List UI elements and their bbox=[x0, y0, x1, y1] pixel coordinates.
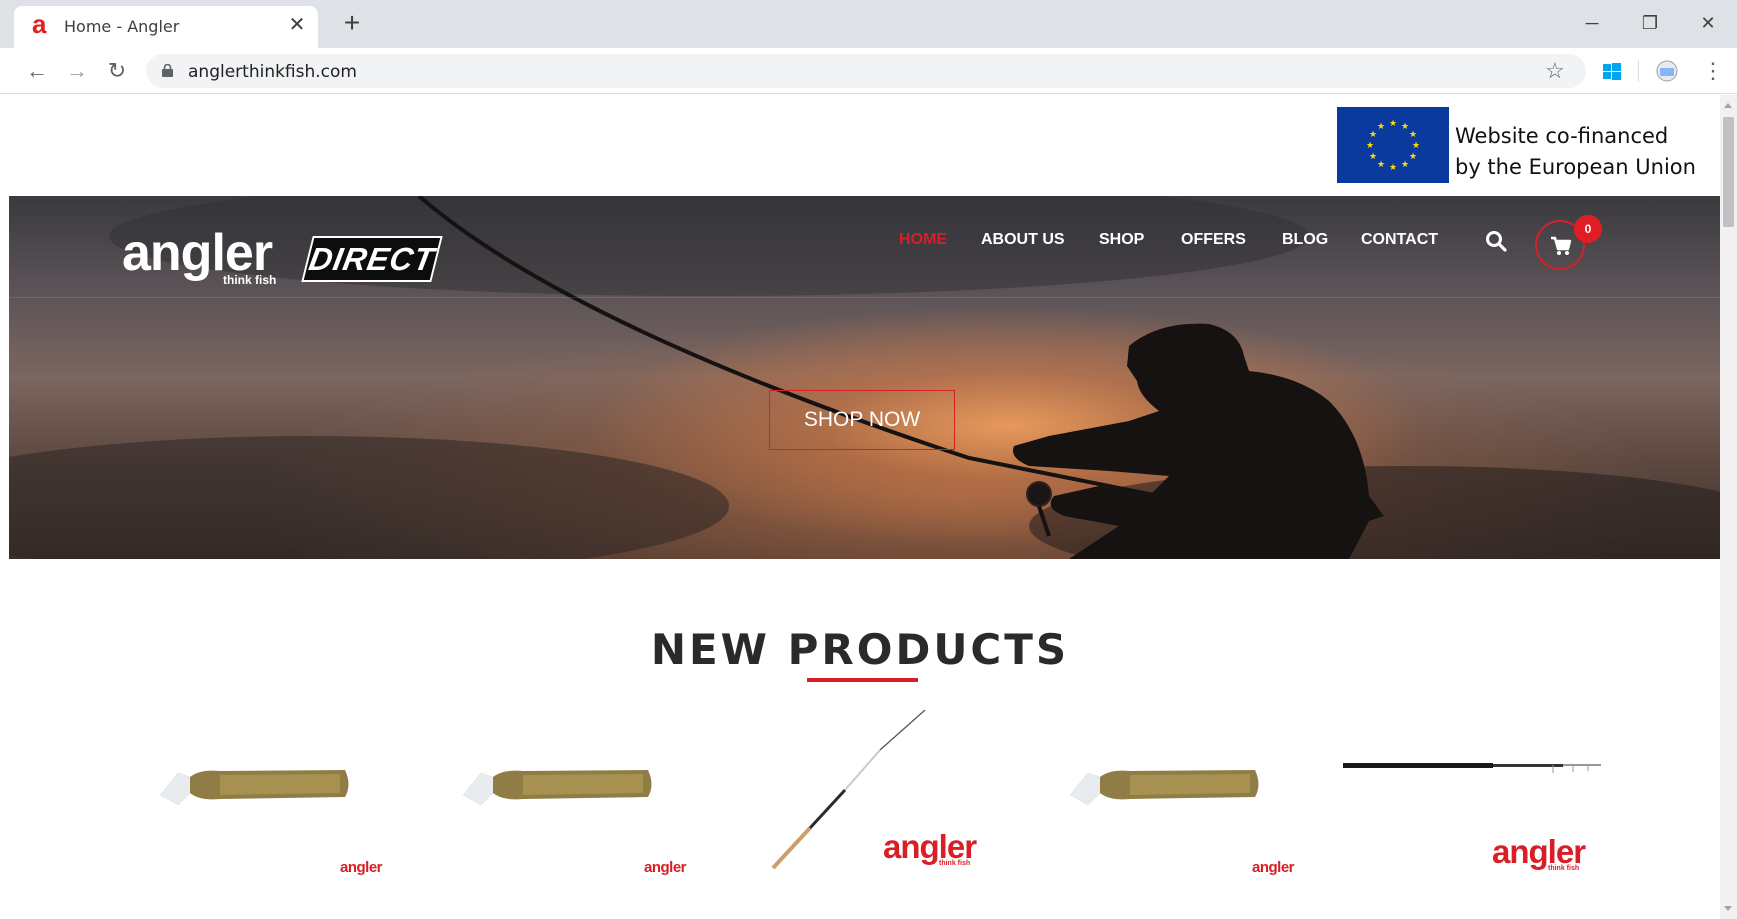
svg-text:★: ★ bbox=[1369, 152, 1377, 162]
nav-home[interactable]: HOME bbox=[899, 231, 947, 251]
soft-lure-image bbox=[1070, 770, 1259, 805]
telescopic-rod-image bbox=[1343, 763, 1601, 773]
tab-title: Home - Angler bbox=[64, 17, 180, 36]
angler-direct-logo[interactable]: angler think fish DIRECT bbox=[122, 227, 452, 289]
logo-tagline: think fish bbox=[223, 273, 277, 287]
svg-text:★: ★ bbox=[1401, 122, 1409, 132]
page-scrollbar[interactable] bbox=[1720, 95, 1737, 919]
tab-close-icon[interactable]: ✕ bbox=[286, 14, 308, 36]
hero-banner: angler think fish DIRECT HOME ABOUT US S… bbox=[9, 196, 1720, 559]
cart-icon bbox=[1551, 236, 1572, 255]
svg-text:★: ★ bbox=[1409, 130, 1417, 140]
page-viewport: ★ ★ ★ ★ ★ ★ ★ ★ ★ ★ ★ ★ Website co-financed by t… bbox=[0, 95, 1720, 919]
svg-text:★: ★ bbox=[1409, 152, 1417, 162]
tab-strip: a Home - Angler ✕ + ─ ❐ ✕ bbox=[0, 0, 1737, 48]
nav-offers[interactable]: OFFERS bbox=[1181, 231, 1246, 251]
eu-banner-text: Website co-financed by the European Unio… bbox=[1455, 121, 1696, 183]
product-brand: angler think fish bbox=[883, 828, 977, 867]
svg-text:★: ★ bbox=[1389, 119, 1397, 129]
scroll-up-arrow-icon[interactable] bbox=[1724, 103, 1732, 108]
shop-now-button[interactable]: SHOP NOW bbox=[769, 390, 955, 450]
menu-icon[interactable]: ⋮ bbox=[1702, 56, 1724, 86]
reload-icon[interactable]: ↻ bbox=[102, 56, 132, 86]
eu-flag-icon: ★ ★★ ★★★ ★★★ ★★★ bbox=[1337, 107, 1449, 183]
cart-count-badge: 0 bbox=[1574, 215, 1602, 243]
url-text[interactable]: anglerthinkfish.com bbox=[188, 62, 357, 82]
scroll-thumb[interactable] bbox=[1723, 117, 1734, 227]
close-window-button[interactable]: ✕ bbox=[1688, 8, 1728, 38]
restore-button[interactable]: ❐ bbox=[1630, 8, 1670, 38]
svg-text:★: ★ bbox=[1377, 122, 1385, 132]
profile-icon[interactable] bbox=[1654, 60, 1680, 82]
nav-about-us[interactable]: ABOUT US bbox=[981, 231, 1065, 251]
minimize-button[interactable]: ─ bbox=[1572, 8, 1612, 38]
address-bar[interactable]: anglerthinkfish.com bbox=[146, 54, 1586, 88]
scroll-down-arrow-icon[interactable] bbox=[1724, 906, 1732, 911]
forward-icon[interactable]: → bbox=[62, 56, 92, 86]
back-icon[interactable]: ← bbox=[22, 56, 52, 86]
product-card[interactable]: angler think fish bbox=[1343, 757, 1603, 877]
eu-cofinanced-banner: ★ ★ ★ ★ ★ ★ ★ ★ ★ ★ ★ ★ Website co-financed by t… bbox=[1337, 107, 1712, 183]
nav-contact[interactable]: CONTACT bbox=[1361, 231, 1438, 251]
browser-tab[interactable]: a Home - Angler ✕ bbox=[14, 6, 318, 48]
svg-text:★: ★ bbox=[1401, 160, 1409, 170]
product-brand: angler think fish bbox=[1492, 833, 1586, 872]
svg-text:★: ★ bbox=[1377, 160, 1385, 170]
eu-banner-line2: by the European Union bbox=[1455, 155, 1696, 179]
svg-text:★: ★ bbox=[1412, 141, 1420, 151]
product-card[interactable]: angler bbox=[463, 765, 687, 885]
star-icon[interactable]: ☆ bbox=[1545, 54, 1565, 88]
toolbar: ← → ↻ anglerthinkfish.com ☆ ⋮ bbox=[0, 48, 1737, 94]
product-brand: angler bbox=[340, 859, 383, 876]
nav-blog[interactable]: BLOG bbox=[1282, 231, 1328, 251]
logo-wordmark: angler bbox=[122, 224, 273, 282]
site-favicon-icon: a bbox=[32, 9, 47, 39]
section-title: NEW PRODUCTS bbox=[650, 625, 1070, 674]
product-card[interactable]: angler bbox=[160, 765, 383, 885]
soft-lure-image bbox=[463, 770, 652, 805]
logo-direct-badge: DIRECT bbox=[301, 236, 443, 282]
toolbar-divider bbox=[1638, 60, 1639, 82]
windows-icon[interactable] bbox=[1602, 62, 1622, 82]
search-icon[interactable] bbox=[1485, 230, 1507, 252]
svg-text:★: ★ bbox=[1369, 130, 1377, 140]
new-tab-button[interactable]: + bbox=[338, 9, 366, 38]
eu-banner-line1: Website co-financed bbox=[1455, 124, 1669, 148]
svg-text:★: ★ bbox=[1389, 163, 1397, 173]
nav-shop[interactable]: SHOP bbox=[1099, 231, 1144, 251]
soft-lure-image bbox=[160, 770, 349, 805]
svg-text:★: ★ bbox=[1366, 141, 1374, 151]
product-card[interactable]: angler think fish bbox=[770, 710, 1000, 890]
product-card[interactable]: angler bbox=[1070, 765, 1295, 885]
product-brand: angler bbox=[1252, 859, 1295, 876]
product-brand: angler bbox=[644, 859, 687, 876]
header-divider bbox=[9, 297, 1720, 298]
title-underline bbox=[807, 678, 918, 682]
lock-icon[interactable] bbox=[162, 64, 173, 77]
